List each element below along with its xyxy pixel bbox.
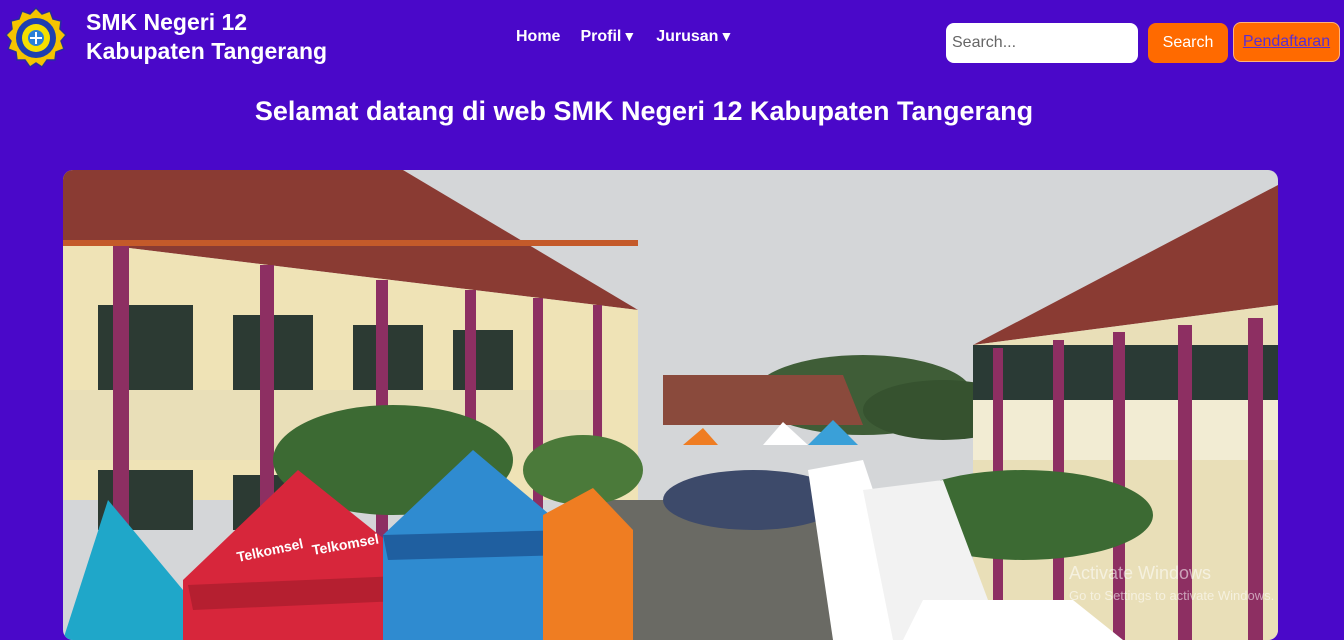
- search-button[interactable]: Search: [1148, 23, 1228, 63]
- school-name[interactable]: SMK Negeri 12 Kabupaten Tangerang: [86, 8, 327, 66]
- nav-profil-label: Profil: [580, 28, 622, 45]
- welcome-heading: Selamat datang di web SMK Negeri 12 Kabu…: [254, 96, 1034, 126]
- watermark-subtitle: Go to Settings to activate Windows.: [1069, 588, 1275, 603]
- watermark-title: Activate Windows: [1069, 563, 1212, 583]
- school-name-line1: SMK Negeri 12: [86, 9, 248, 35]
- search-input[interactable]: [946, 23, 1138, 63]
- navbar: SMK Negeri 12 Kabupaten Tangerang Home P…: [0, 0, 1344, 80]
- school-name-line2: Kabupaten Tangerang: [86, 38, 328, 64]
- nav-jurusan-label: Jurusan: [656, 28, 719, 45]
- caret-down-icon: ▼: [622, 28, 637, 44]
- windows-activation-watermark: Activate Windows Go to Settings to activ…: [1069, 563, 1274, 603]
- nav-jurusan[interactable]: Jurusan▼: [656, 28, 733, 46]
- school-emblem-icon[interactable]: [4, 6, 68, 70]
- main-menu: Home Profil▼ Jurusan▼: [516, 28, 753, 46]
- pendaftaran-link[interactable]: Pendaftaran: [1233, 22, 1340, 62]
- nav-home[interactable]: Home: [516, 28, 560, 46]
- nav-profil[interactable]: Profil▼: [580, 28, 636, 46]
- nav-home-label: Home: [516, 28, 561, 45]
- caret-down-icon: ▼: [719, 28, 734, 44]
